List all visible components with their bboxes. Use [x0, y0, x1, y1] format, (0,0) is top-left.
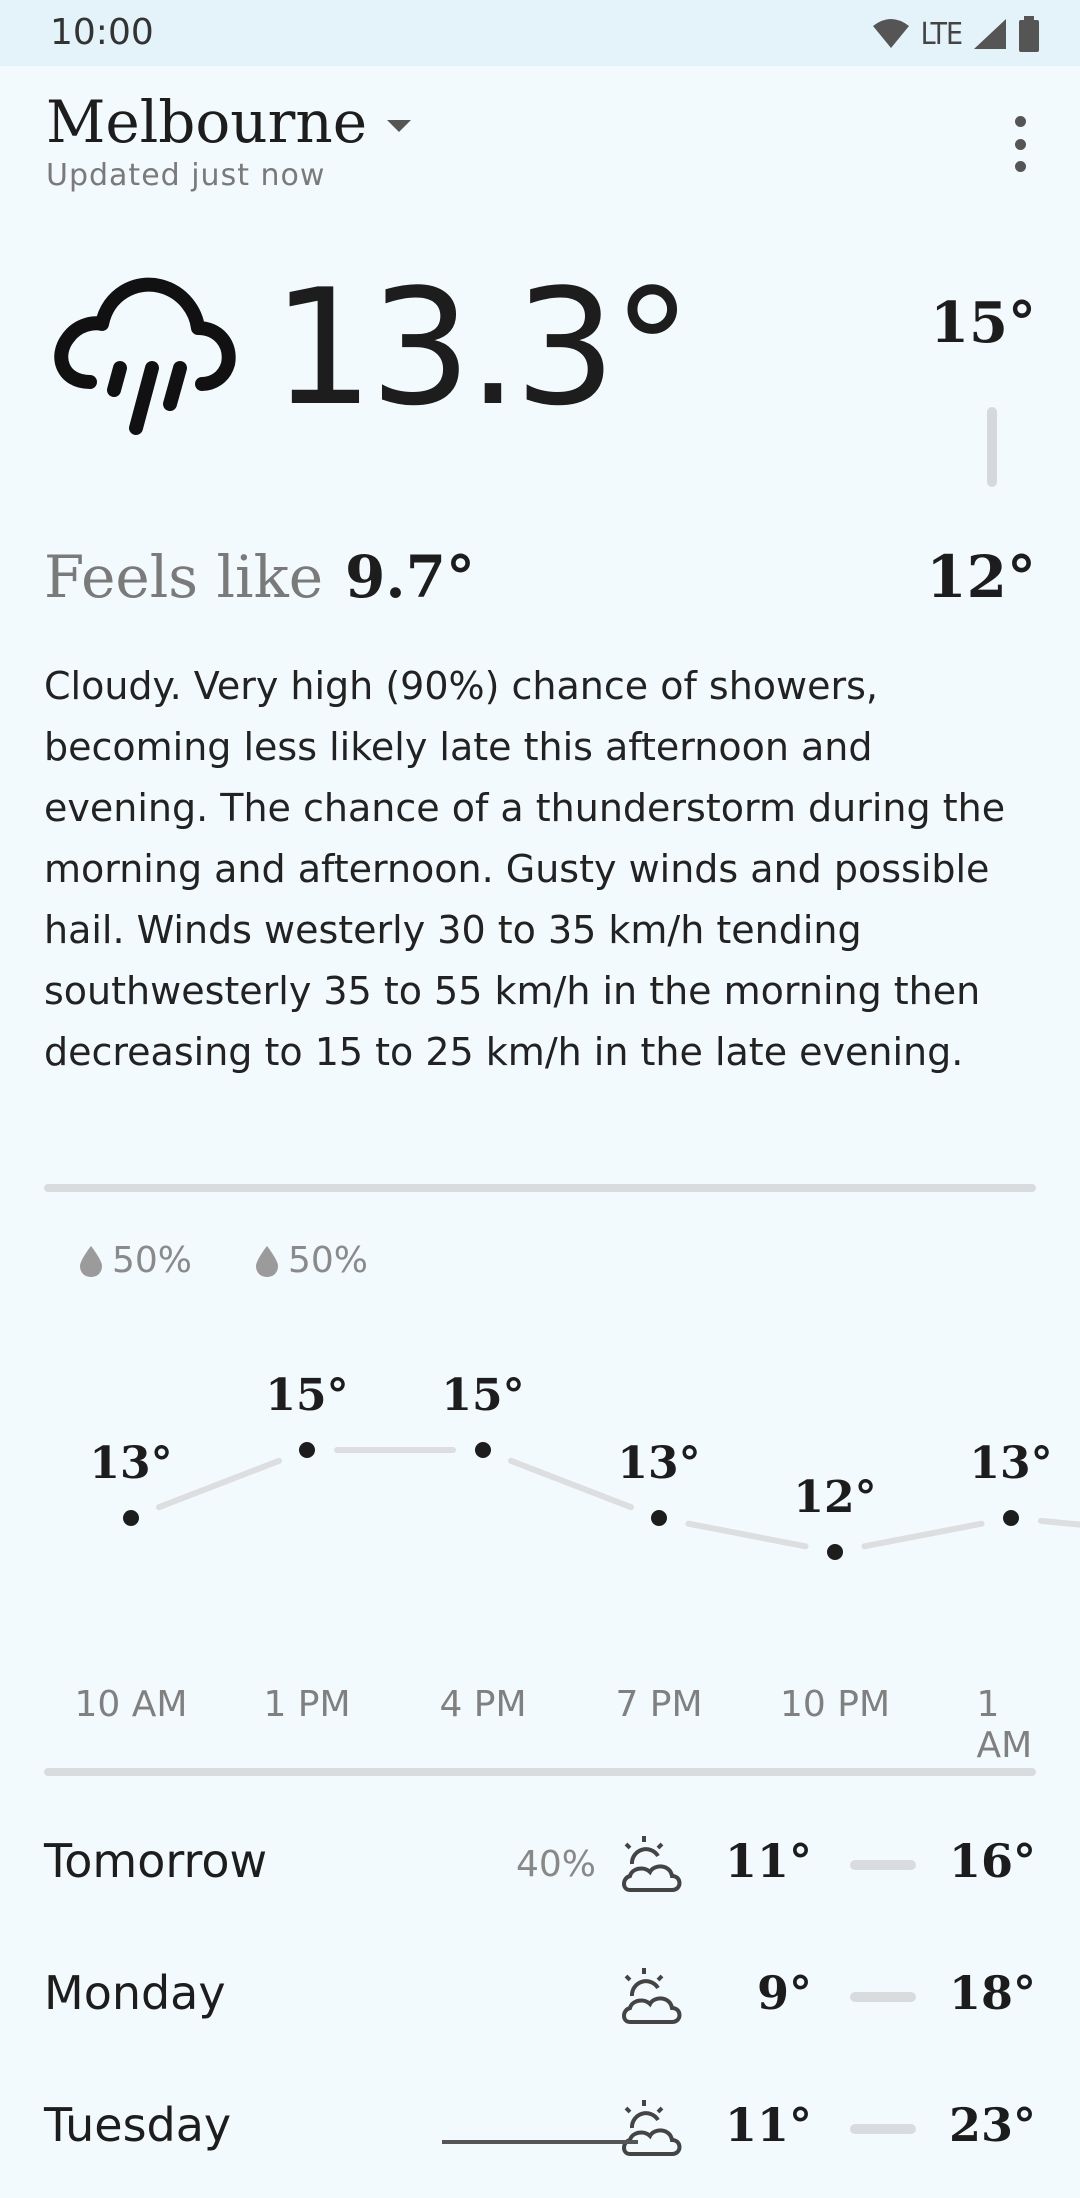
- location-selector[interactable]: Melbourne: [46, 88, 412, 156]
- chart-point: [299, 1442, 315, 1458]
- overflow-menu-button[interactable]: [1000, 116, 1040, 172]
- day-max-temp: 18°: [948, 1966, 1036, 2020]
- chart-point-label: 13°: [617, 1438, 701, 1489]
- chart-point-label: 15°: [265, 1370, 349, 1421]
- status-time: 10:00: [50, 12, 154, 53]
- feels-like: Feels like 9.7°: [44, 543, 475, 611]
- current-temperature: 13.3°: [272, 254, 692, 441]
- precip-value: 50%: [112, 1240, 193, 1281]
- day-range-bar: [850, 1860, 916, 1870]
- chart-point: [123, 1510, 139, 1526]
- scroll-indicator: [442, 2140, 638, 2144]
- day-name: Tomorrow: [44, 1834, 268, 1888]
- chart-point-label: 15°: [441, 1370, 525, 1421]
- temperature-range-bar: [987, 407, 997, 487]
- day-min-temp: 11°: [724, 1834, 812, 1888]
- chart-point-label: 13°: [969, 1438, 1053, 1489]
- raindrop-icon: [80, 1245, 102, 1277]
- hour-label: 10 AM: [74, 1684, 188, 1725]
- status-icons: LTE: [871, 14, 1040, 54]
- precip-chance: 50%: [254, 1240, 368, 1281]
- partly-cloudy-icon: [622, 1968, 682, 2024]
- rain-cloud-icon: [54, 277, 236, 435]
- hour-label: 4 PM: [439, 1684, 527, 1725]
- feels-like-label: Feels like: [44, 543, 324, 611]
- precip-value: 50%: [288, 1240, 369, 1281]
- status-bar: 10:00 LTE: [0, 0, 1080, 66]
- daily-row[interactable]: Monday 9° 18°: [0, 1966, 1080, 2066]
- hour-label: 1 AM: [976, 1684, 1033, 1766]
- divider: [44, 1184, 1036, 1192]
- chart-line-segment: [685, 1520, 809, 1550]
- day-range-bar: [850, 2124, 916, 2134]
- chart-line-segment: [507, 1457, 635, 1511]
- hour-label: 7 PM: [615, 1684, 703, 1725]
- day-name: Tuesday: [44, 2098, 232, 2152]
- day-max-temp: 23°: [948, 2098, 1036, 2152]
- today-low: 12°: [926, 543, 1036, 611]
- hour-label: 10 PM: [779, 1684, 891, 1725]
- forecast-summary: Cloudy. Very high (90%) chance of shower…: [44, 664, 1006, 1074]
- partly-cloudy-icon: [622, 2100, 682, 2156]
- day-min-temp: 11°: [724, 2098, 812, 2152]
- network-type: LTE: [920, 16, 963, 52]
- hourly-temperature-chart: 13° 15° 15° 13° 12° 13°: [0, 1340, 1080, 1600]
- chart-line-segment: [1037, 1517, 1080, 1528]
- chart-point-label: 13°: [89, 1438, 173, 1489]
- chart-line-segment: [155, 1457, 283, 1511]
- chart-point: [827, 1544, 843, 1560]
- partly-cloudy-icon: [622, 1836, 682, 1892]
- daily-row[interactable]: Tuesday 11° 23°: [0, 2098, 1080, 2198]
- feels-like-value: 9.7°: [345, 543, 475, 611]
- day-range-bar: [850, 1992, 916, 2002]
- more-vert-icon: [1014, 116, 1026, 127]
- precip-chance: 50%: [78, 1240, 192, 1281]
- day-precip-chance: 40%: [516, 1844, 597, 1885]
- day-max-temp: 16°: [948, 1834, 1036, 1888]
- day-min-temp: 9°: [756, 1966, 812, 2020]
- chart-point-label: 12°: [793, 1472, 877, 1523]
- chevron-down-icon: [387, 120, 412, 132]
- location-header: Melbourne Updated just now: [46, 88, 412, 193]
- day-name: Monday: [44, 1966, 226, 2020]
- hour-label: 1 PM: [263, 1684, 351, 1725]
- updated-text: Updated just now: [46, 158, 326, 193]
- chart-line-segment: [861, 1520, 985, 1550]
- signal-icon: [974, 19, 1006, 49]
- chart-point: [1003, 1510, 1019, 1526]
- chart-point: [475, 1442, 491, 1458]
- city-name: Melbourne: [46, 88, 368, 156]
- today-high: 15°: [930, 290, 1036, 356]
- daily-row[interactable]: Tomorrow 40% 11° 16°: [0, 1834, 1080, 1934]
- raindrop-icon: [256, 1245, 278, 1277]
- chart-point: [651, 1510, 667, 1526]
- battery-icon: [1019, 16, 1039, 52]
- wifi-icon: [872, 19, 909, 48]
- divider: [44, 1768, 1036, 1776]
